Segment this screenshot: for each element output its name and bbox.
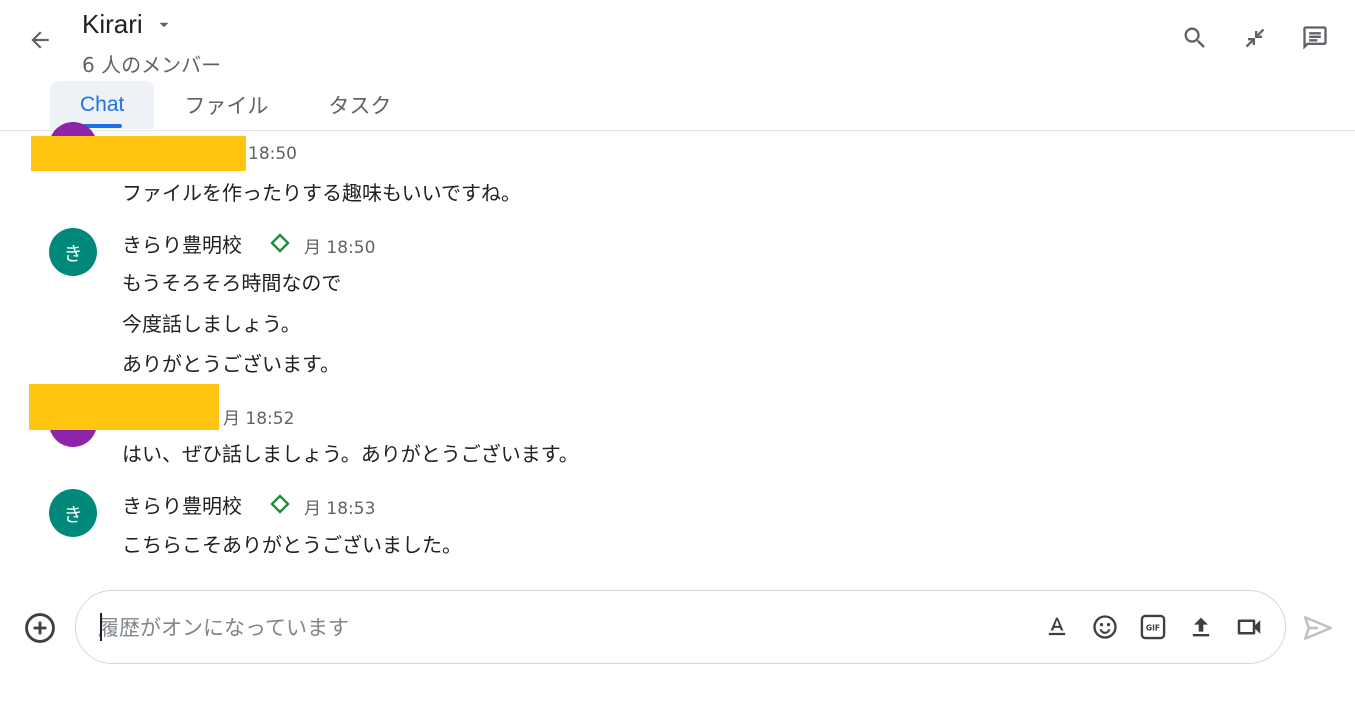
search-icon (1184, 27, 1205, 48)
send-icon (1303, 616, 1333, 640)
message-timestamp: 月 18:50 (304, 238, 376, 258)
message-input[interactable] (98, 611, 998, 645)
verified-diamond-icon (270, 233, 290, 253)
minimize-button[interactable] (1239, 20, 1271, 56)
message-text: ありがとうございます。 (122, 352, 340, 376)
message-list[interactable]: 18:50 ファイルを作ったりする趣味もいいですね。 き きらり豊明校 月 18… (0, 122, 1355, 572)
room-header: Kirari 6 人のメンバー Chat ファイル タスク (0, 0, 1355, 131)
upload-icon (1192, 617, 1210, 637)
message-text: ファイルを作ったりする趣味もいいですね。 (122, 181, 521, 205)
message-timestamp: 18:50 (248, 144, 297, 164)
arrow-back-icon (31, 31, 49, 49)
gif-icon: GIF (1140, 614, 1166, 640)
chat-threads-icon (1303, 26, 1327, 50)
chat-app: Kirari 6 人のメンバー Chat ファイル タスク 18:50 ファイル… (0, 0, 1355, 704)
composer-tools: GIF (1041, 611, 1265, 643)
message-text: こちらこそありがとうございました。 (122, 533, 462, 557)
search-button[interactable] (1179, 20, 1211, 56)
redacted-sender (29, 384, 219, 430)
threads-button[interactable] (1299, 20, 1331, 56)
room-menu-dropdown[interactable] (153, 14, 175, 36)
message-text: はい、ぜひ話しましょう。ありがとうございます。 (122, 442, 579, 466)
header-actions (1179, 20, 1331, 56)
message-timestamp: 月 18:53 (304, 499, 376, 519)
emoji-button[interactable] (1089, 611, 1121, 643)
collapse-icon (1245, 28, 1265, 48)
redacted-sender (31, 136, 246, 171)
gif-label: GIF (1146, 624, 1160, 633)
video-call-button[interactable] (1233, 611, 1265, 643)
text-format-icon (1048, 617, 1066, 636)
emoji-icon (1093, 615, 1117, 639)
message-timestamp: 月 18:52 (223, 409, 295, 429)
room-title-row[interactable]: Kirari (82, 9, 175, 40)
verified-diamond-icon (270, 494, 290, 514)
tab-chat[interactable]: Chat (50, 81, 155, 129)
upload-button[interactable] (1185, 611, 1217, 643)
send-button[interactable] (1298, 610, 1338, 646)
add-circle-icon (25, 613, 55, 643)
add-attachment-button[interactable] (22, 610, 58, 646)
video-call-icon (1237, 619, 1261, 635)
tab-tasks[interactable]: タスク (298, 81, 421, 129)
sender-name[interactable]: きらり豊明校 (122, 229, 242, 258)
message-text: 今度話しましょう。 (122, 312, 301, 336)
avatar[interactable]: き (49, 228, 97, 276)
tab-files[interactable]: ファイル (154, 81, 298, 129)
format-text-button[interactable] (1041, 611, 1073, 643)
avatar[interactable]: き (49, 489, 97, 537)
room-title: Kirari (82, 9, 143, 39)
message-composer: GIF (75, 590, 1286, 664)
caret-down-icon (159, 22, 169, 27)
member-count[interactable]: 6 人のメンバー (82, 49, 221, 78)
message-text: もうそろそろ時間なので (122, 271, 342, 295)
back-button[interactable] (24, 24, 56, 56)
text-caret (100, 613, 102, 641)
gif-button[interactable]: GIF (1137, 611, 1169, 643)
sender-name[interactable]: きらり豊明校 (122, 490, 242, 519)
room-tabs: Chat ファイル タスク (50, 81, 421, 131)
